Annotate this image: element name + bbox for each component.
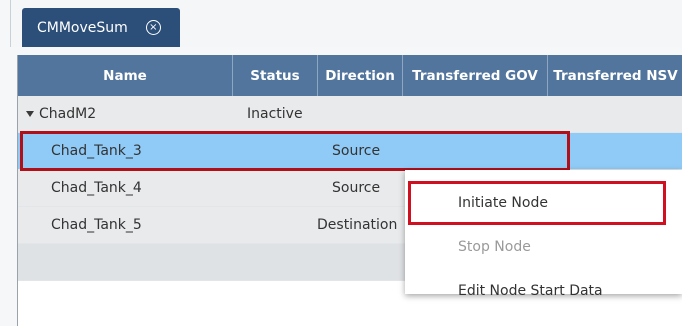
row-name: Chad_Tank_3	[51, 143, 142, 159]
column-header-status[interactable]: Status	[233, 55, 318, 96]
column-header-direction[interactable]: Direction	[318, 55, 403, 96]
app-frame: CMMoveSum × Name Status Direction Transf…	[0, 0, 682, 326]
row-name: ChadM2	[39, 106, 97, 122]
column-header-transferred-nsv[interactable]: Transferred NSV	[548, 55, 682, 96]
tab-cmmovesum[interactable]: CMMoveSum ×	[22, 8, 180, 47]
table-row[interactable]: Chad_Tank_3 Source	[18, 133, 682, 170]
menu-item-stop-node[interactable]: Stop Node	[405, 229, 682, 265]
column-header-name[interactable]: Name	[18, 55, 233, 96]
grid-header: Name Status Direction Transferred GOV Tr…	[18, 55, 682, 96]
column-header-transferred-gov[interactable]: Transferred GOV	[403, 55, 548, 96]
row-direction: Destination	[317, 217, 398, 233]
row-name: Chad_Tank_4	[51, 180, 142, 196]
table-row-group[interactable]: ChadM2 Inactive	[18, 96, 682, 133]
row-direction: Source	[332, 143, 381, 159]
menu-item-initiate-node[interactable]: Initiate Node	[405, 185, 682, 221]
row-name: Chad_Tank_5	[51, 217, 142, 233]
tab-strip: CMMoveSum ×	[10, 0, 682, 47]
tab-label: CMMoveSum	[37, 19, 128, 36]
context-menu: Initiate Node Stop Node Edit Node Start …	[405, 170, 682, 299]
menu-item-edit-node-start-data[interactable]: Edit Node Start Data	[405, 273, 682, 309]
group-expand-icon[interactable]	[26, 96, 37, 133]
close-circle-icon[interactable]: ×	[145, 20, 161, 35]
row-direction: Source	[332, 180, 381, 196]
row-status: Inactive	[247, 106, 303, 122]
